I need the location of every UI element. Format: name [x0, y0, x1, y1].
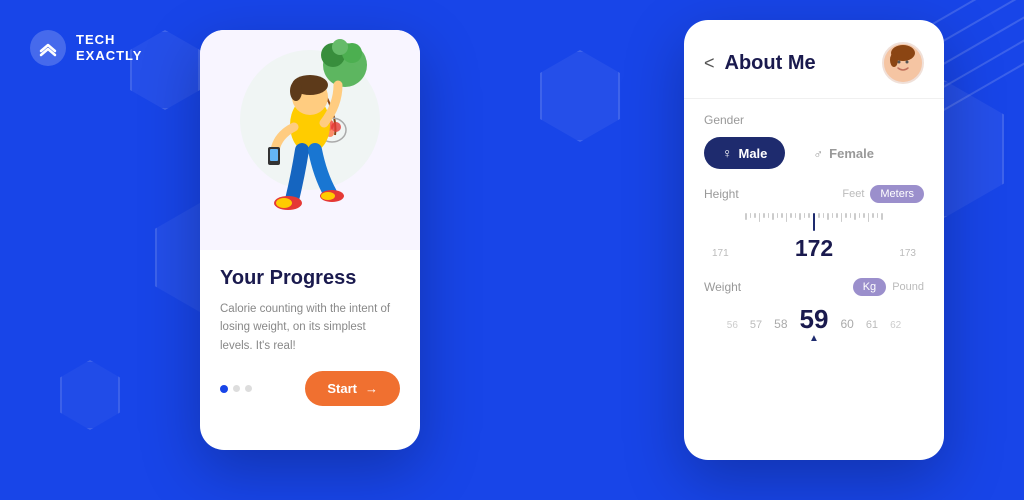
tick — [832, 213, 834, 218]
pagination-dots — [220, 385, 252, 393]
user-avatar — [882, 42, 924, 84]
tick — [808, 213, 810, 218]
gender-male-button[interactable]: ♀ Male — [704, 137, 785, 169]
tick — [777, 213, 779, 218]
weight-header: Weight Kg Pound — [704, 278, 924, 296]
male-symbol-icon: ♂ — [813, 146, 823, 161]
tick — [790, 213, 792, 218]
phone-2-header: < About Me — [684, 20, 944, 99]
phone-about-card: < About Me Gender ♀ Male — [684, 20, 944, 460]
back-button[interactable]: < — [704, 53, 715, 74]
tick — [881, 213, 883, 220]
weight-61: 61 — [866, 319, 878, 331]
feet-label: Feet — [842, 188, 864, 200]
tick — [836, 213, 838, 218]
tick — [786, 213, 788, 222]
arrow-icon: → — [365, 381, 378, 396]
tick — [823, 213, 825, 218]
weight-arrow: ▲ — [800, 333, 829, 344]
tick — [795, 213, 797, 218]
gender-label: Gender — [704, 113, 924, 127]
height-header: Height Feet Meters — [704, 185, 924, 203]
height-unit-toggle: Feet Meters — [842, 185, 924, 203]
logo-area: TECH Exactly — [30, 30, 142, 66]
tick — [850, 213, 852, 218]
tick — [854, 213, 856, 220]
tick — [868, 213, 870, 222]
weight-section: Weight Kg Pound 56 57 58 59 — [704, 278, 924, 344]
weight-label: Weight — [704, 280, 741, 294]
tick — [754, 213, 756, 218]
tick — [750, 213, 752, 218]
weight-60: 60 — [840, 317, 853, 331]
header-left: < About Me — [704, 52, 816, 75]
kg-button[interactable]: Kg — [853, 278, 886, 296]
tick — [799, 213, 801, 220]
dot-3 — [245, 385, 252, 392]
tick — [804, 213, 806, 218]
progress-subtitle: Calorie counting with the intent of losi… — [220, 300, 400, 355]
tick — [781, 213, 783, 218]
tick — [859, 213, 861, 218]
dot-2 — [233, 385, 240, 392]
ruler-ticks — [704, 211, 924, 233]
tick-active — [813, 213, 816, 231]
tick — [872, 213, 874, 218]
phone-1-illustration — [200, 30, 420, 250]
height-173: 173 — [899, 248, 916, 259]
weight-62: 62 — [890, 320, 901, 331]
pound-label: Pound — [892, 281, 924, 293]
meters-button[interactable]: Meters — [870, 185, 924, 203]
height-ruler: 171 172 173 — [704, 211, 924, 264]
tick — [759, 213, 761, 222]
weight-56: 56 — [727, 320, 738, 331]
weight-58: 58 — [774, 317, 787, 331]
male-label: Male — [739, 146, 768, 161]
gender-female-button[interactable]: ♂ Female — [795, 137, 892, 169]
brand-name: TECH Exactly — [76, 32, 142, 63]
phone-2-body: Gender ♀ Male ♂ Female Height Feet Meter… — [684, 99, 944, 358]
tick — [877, 213, 879, 218]
phone-1-footer: Start → — [220, 371, 400, 406]
avatar-svg — [884, 44, 922, 82]
female-symbol-icon: ♀ — [722, 145, 733, 161]
bg-hex-7 — [60, 360, 120, 430]
phone-1-content: Your Progress Calorie counting with the … — [200, 250, 420, 426]
height-172-active: 172 — [795, 235, 833, 262]
progress-title: Your Progress — [220, 266, 400, 290]
walking-person-svg — [220, 35, 400, 250]
logo-icon — [30, 30, 66, 66]
height-section: Height Feet Meters — [704, 185, 924, 264]
weight-59-active: 59 — [800, 304, 829, 334]
weight-57: 57 — [750, 319, 762, 331]
phone-progress-card: Your Progress Calorie counting with the … — [200, 30, 420, 450]
tick — [745, 213, 747, 220]
height-numbers: 171 172 173 — [704, 233, 924, 264]
tick — [841, 213, 843, 222]
tick — [827, 213, 829, 220]
height-label: Height — [704, 187, 739, 201]
tick — [772, 213, 774, 220]
dot-1 — [220, 385, 228, 393]
page-title: About Me — [725, 52, 816, 75]
tick — [863, 213, 865, 218]
bg-hex-3 — [540, 50, 620, 142]
female-label: Female — [829, 146, 874, 161]
logo-chevrons-icon — [37, 37, 59, 59]
weight-numbers: 56 57 58 59 ▲ 60 61 62 — [704, 304, 924, 344]
height-171: 171 — [712, 248, 729, 259]
start-button[interactable]: Start → — [305, 371, 400, 406]
tick — [768, 213, 770, 218]
tick — [763, 213, 765, 218]
tick — [818, 213, 820, 218]
tick — [845, 213, 847, 218]
weight-unit-toggle: Kg Pound — [853, 278, 924, 296]
gender-row: ♀ Male ♂ Female — [704, 137, 924, 169]
